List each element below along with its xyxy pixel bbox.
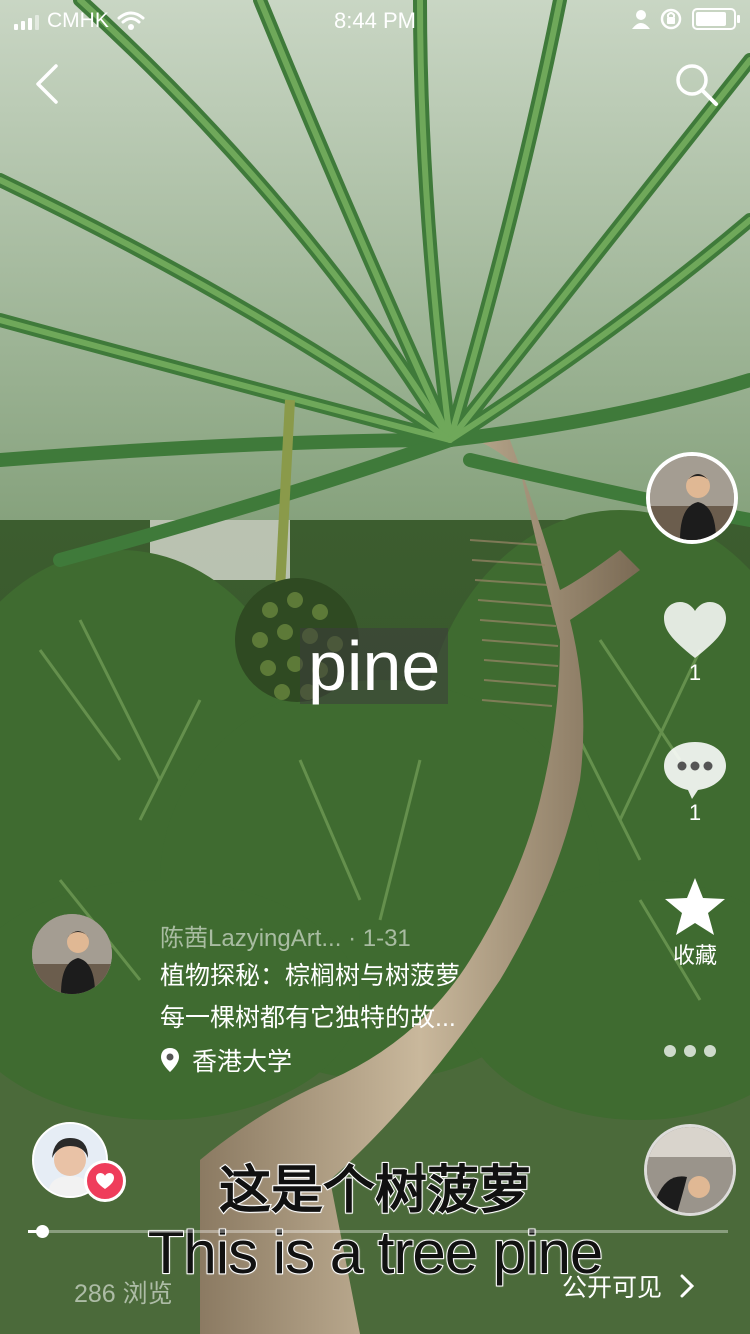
comment-button[interactable]: 1 [640,738,750,826]
heart-icon [664,602,726,658]
author-line[interactable]: 陈茜LazyingArt... · 1-31 [160,918,411,953]
more-options-icon[interactable] [664,1045,716,1057]
back-icon[interactable] [28,62,72,106]
subtitle-chinese: 这是个树菠萝 [218,1161,532,1221]
search-icon[interactable] [672,60,720,108]
author-avatar-small[interactable] [32,914,112,994]
visibility-button[interactable]: 公开可见 [562,1268,694,1304]
status-bar: CMHK 8:44 PM [0,0,750,40]
post-title: 植物探秘：棕榈树与树菠萝 [160,962,461,990]
rotation-lock-icon [660,8,682,30]
author-avatar[interactable] [646,452,738,544]
comment-icon [664,742,726,799]
location-label: 香港大学 [192,1048,293,1076]
video-caption: pine [300,628,449,704]
progress-bar[interactable] [28,1225,728,1238]
author-name: 陈茜LazyingArt... [160,925,342,952]
like-count: 1 [688,660,702,685]
post-date: · 1-31 [348,925,411,952]
star-icon [665,878,725,935]
like-button[interactable]: 1 [640,600,750,686]
person-icon [632,10,650,29]
progress-handle[interactable] [36,1225,49,1238]
visibility-label: 公开可见 [561,1274,662,1302]
chevron-right-icon [680,1274,694,1298]
location-tag[interactable]: 香港大学 [160,1042,292,1078]
location-pin-icon [161,1048,179,1072]
view-count: 286 浏览 [74,1280,173,1308]
comment-count: 1 [688,800,702,825]
favorite-label: 收藏 [672,943,717,968]
favorite-button[interactable]: 收藏 [640,876,750,970]
post-description[interactable]: 每一棵树都有它独特的故... [160,998,456,1034]
battery-icon [692,8,740,30]
status-icons [632,8,740,30]
